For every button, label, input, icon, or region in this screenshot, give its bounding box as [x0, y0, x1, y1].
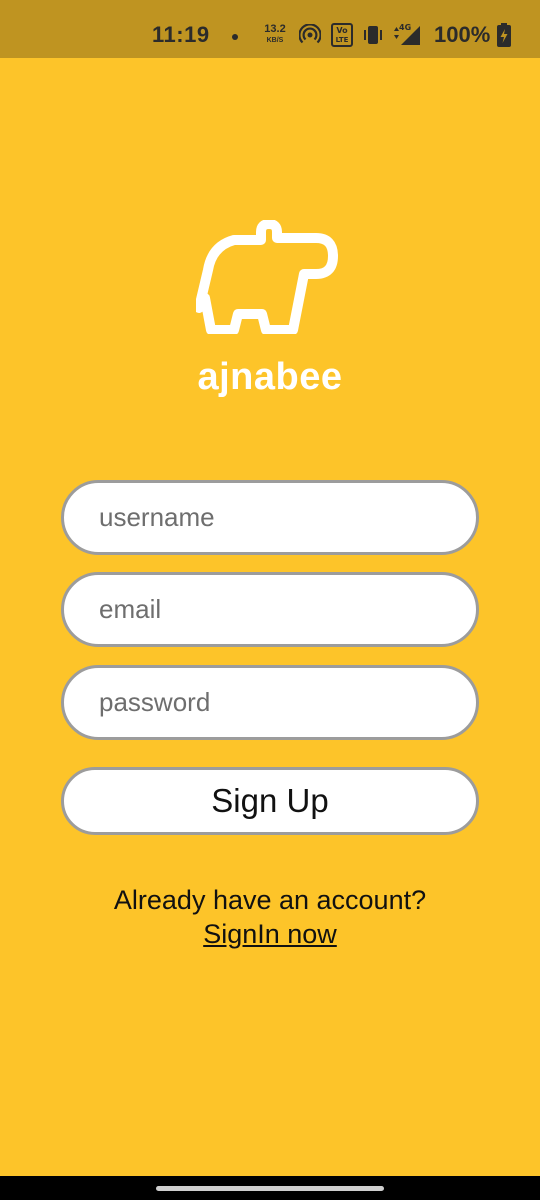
status-bar: 11:19 13.2 KB/S Vo LTE 4G 100%	[0, 0, 540, 58]
hotspot-icon	[298, 23, 322, 51]
status-time: 11:19	[152, 22, 210, 47]
signin-now-link[interactable]: SignIn now	[203, 919, 337, 949]
password-field[interactable]	[61, 665, 479, 740]
username-field[interactable]	[61, 480, 479, 555]
hippo-logo	[194, 219, 338, 335]
network-speed-value: 13.2	[264, 23, 286, 35]
battery-charging-icon	[497, 23, 511, 52]
signin-link-container: SignIn now	[0, 919, 540, 950]
svg-text:4G: 4G	[399, 23, 411, 32]
gesture-handle[interactable]	[156, 1186, 384, 1191]
network-speed-unit: KB/S	[266, 37, 284, 44]
email-field[interactable]	[61, 572, 479, 647]
system-nav-bar	[0, 1176, 540, 1200]
volte-icon: Vo LTE	[331, 23, 353, 52]
svg-text:Vo: Vo	[336, 26, 348, 35]
battery-percentage: 100%	[434, 22, 491, 47]
signal-4g-icon: 4G	[392, 21, 422, 52]
notification-dot	[232, 34, 238, 40]
already-have-account-text: Already have an account?	[113, 885, 427, 915]
app-name: ajnabee	[197, 356, 343, 398]
vibrate-icon	[362, 24, 384, 51]
network-speed: 13.2 KB/S	[262, 23, 288, 45]
svg-text:LTE: LTE	[336, 36, 349, 44]
sign-up-button[interactable]: Sign Up	[61, 767, 479, 835]
